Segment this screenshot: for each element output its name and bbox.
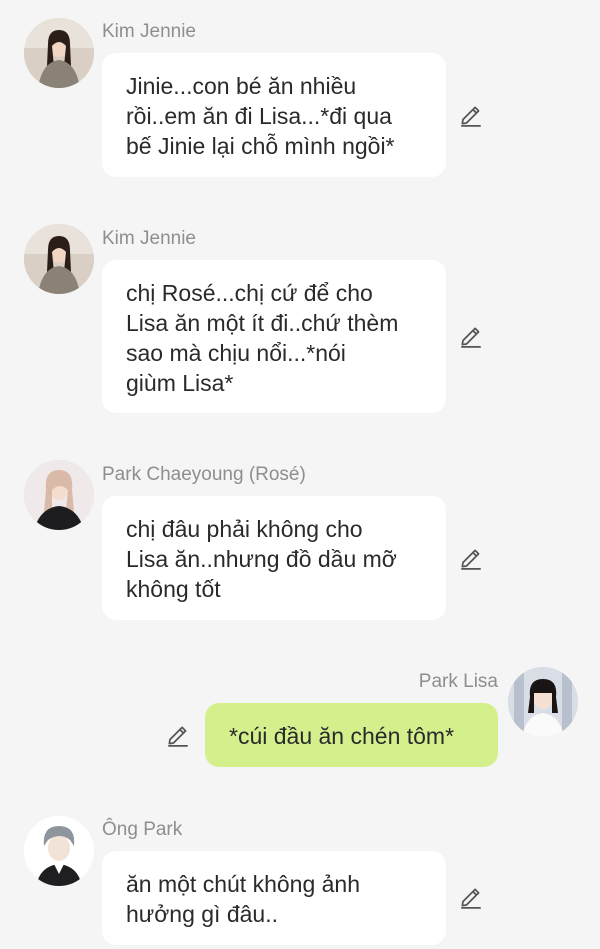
message-text: Jinie...con bé ăn nhiều rồi..em ăn đi Li…: [126, 73, 395, 159]
lisa-avatar-icon[interactable]: [508, 667, 578, 737]
message-bubble[interactable]: ăn một chút không ảnh hưởng gì đâu..: [102, 851, 446, 945]
message-2: Kim Jennie chị Rosé...chị cứ để cho Lisa…: [0, 206, 600, 426]
message-bubble[interactable]: chị đâu phải không cho Lisa ăn..nhưng đồ…: [102, 496, 446, 620]
jennie-avatar-icon[interactable]: [24, 18, 94, 88]
pencil-icon[interactable]: [458, 102, 484, 128]
message-text: ăn một chút không ảnh hưởng gì đâu..: [126, 871, 360, 927]
ong-park-avatar-icon[interactable]: [24, 816, 94, 886]
message-3: Park Chaeyoung (Rosé) chị đâu phải không…: [0, 442, 600, 632]
message-bubble[interactable]: *cúi đầu ăn chén tôm*: [205, 703, 498, 767]
pencil-icon[interactable]: [458, 884, 484, 910]
sender-name: Park Chaeyoung (Rosé): [102, 464, 306, 485]
sender-name: Ông Park: [102, 819, 183, 840]
message-text: chị đâu phải không cho Lisa ăn..nhưng đồ…: [126, 516, 397, 602]
message-5: Ông Park ăn một chút không ảnh hưởng gì …: [0, 798, 600, 949]
message-4: Park Lisa *cúi đầu ăn chén tôm*: [0, 650, 600, 790]
rose-avatar-icon[interactable]: [24, 460, 94, 530]
sender-name: Kim Jennie: [102, 21, 196, 42]
pencil-icon[interactable]: [458, 545, 484, 571]
sender-name: Park Lisa: [418, 671, 498, 692]
message-bubble[interactable]: chị Rosé...chị cứ để cho Lisa ăn một ít …: [102, 260, 446, 413]
message-text: *cúi đầu ăn chén tôm*: [229, 723, 455, 749]
pencil-icon[interactable]: [458, 323, 484, 349]
pencil-icon[interactable]: [165, 722, 191, 748]
sender-name: Kim Jennie: [102, 228, 196, 249]
jennie-avatar-icon[interactable]: [24, 224, 94, 294]
message-1: Kim Jennie Jinie...con bé ăn nhiều rồi..…: [0, 0, 600, 190]
message-bubble[interactable]: Jinie...con bé ăn nhiều rồi..em ăn đi Li…: [102, 53, 446, 177]
message-text: chị Rosé...chị cứ để cho Lisa ăn một ít …: [126, 280, 399, 396]
